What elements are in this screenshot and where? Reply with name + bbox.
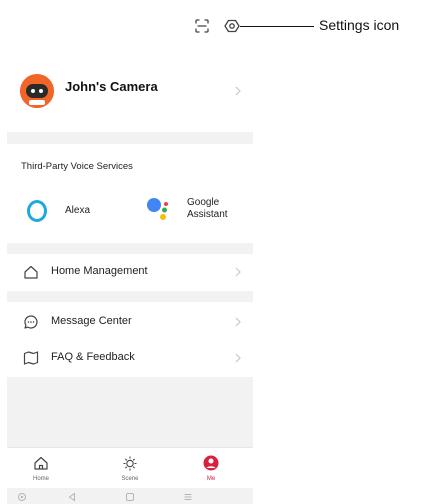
bottom-tab-bar: Home Scene Me (7, 447, 253, 489)
tab-scene[interactable]: Scene (100, 448, 160, 488)
callout-line (240, 26, 314, 27)
robot-avatar-icon (20, 74, 54, 108)
sun-icon (123, 456, 137, 471)
tab-label: Scene (121, 476, 139, 482)
profile-name: John's Camera (65, 79, 158, 94)
chevron-right-icon (235, 317, 241, 327)
scan-icon[interactable] (194, 18, 210, 34)
google-assistant-label-line2: Assistant (187, 209, 228, 220)
menu-label: Home Management (51, 265, 148, 277)
assistant-nav-icon[interactable] (17, 492, 27, 502)
chevron-right-icon (235, 86, 241, 96)
menu-item-home-management[interactable]: Home Management (7, 254, 253, 290)
google-assistant-label: Google Assistant (187, 197, 228, 221)
menu-label: FAQ & Feedback (51, 351, 135, 363)
back-nav-icon[interactable] (67, 492, 77, 502)
tab-me[interactable]: Me (181, 448, 241, 488)
voice-services-card: Third-Party Voice Services Alexa Google … (7, 144, 253, 243)
avatar (20, 74, 54, 108)
android-nav-bar (7, 488, 253, 504)
chevron-right-icon (235, 353, 241, 363)
support-menu-card: Message Center FAQ & Feedback (7, 302, 253, 377)
chevron-right-icon (235, 267, 241, 277)
home-icon (34, 456, 48, 470)
home-icon (24, 265, 38, 279)
settings-icon[interactable] (224, 18, 240, 34)
menu-label: Message Center (51, 315, 132, 327)
tab-label: Home (32, 476, 49, 482)
voice-services-title: Third-Party Voice Services (21, 161, 133, 172)
google-assistant-label-line1: Google (187, 197, 220, 208)
home-menu-card: Home Management (7, 254, 253, 291)
menu-nav-icon[interactable] (183, 492, 193, 502)
google-assistant-icon (147, 198, 168, 220)
message-icon (24, 315, 38, 329)
home-nav-icon[interactable] (125, 492, 135, 502)
alexa-label: Alexa (65, 205, 91, 216)
book-icon (23, 351, 39, 365)
phone-screen: John's Camera Third-Party Voice Services… (7, 0, 253, 504)
menu-item-faq-feedback[interactable]: FAQ & Feedback (7, 340, 253, 376)
menu-item-message-center[interactable]: Message Center (7, 304, 253, 340)
tab-home[interactable]: Home (11, 448, 71, 488)
callout-label: Settings icon (319, 17, 400, 33)
tab-label: Me (206, 476, 216, 482)
profile-card[interactable]: John's Camera (7, 48, 253, 132)
top-bar (7, 0, 253, 48)
user-icon (203, 455, 219, 471)
alexa-icon (27, 200, 47, 222)
